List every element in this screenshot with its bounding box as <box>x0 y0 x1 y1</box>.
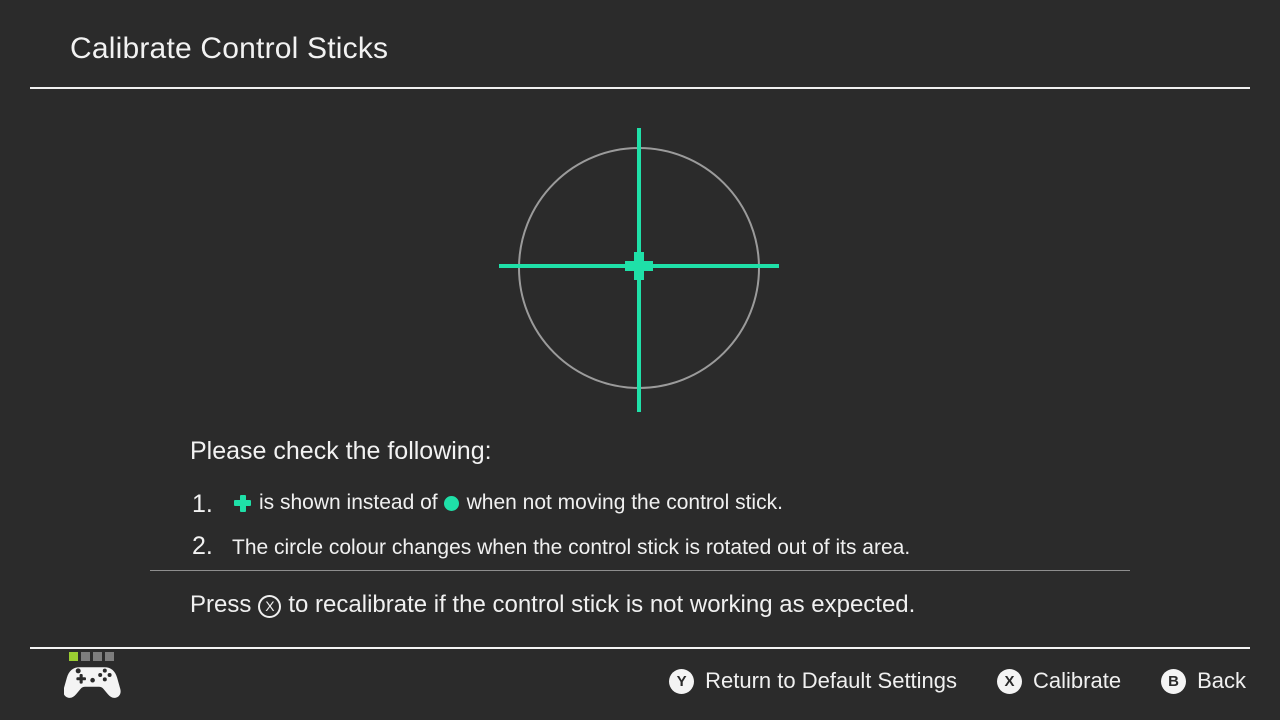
hint-label: Back <box>1197 668 1246 693</box>
plus-icon <box>234 494 251 512</box>
list-item: 2. The circle colour changes when the co… <box>190 525 1130 569</box>
hint-return-to-default-settings[interactable]: Y Return to Default Settings <box>669 668 957 694</box>
b-button-icon: B <box>1161 668 1187 694</box>
gamepad-icon <box>64 667 121 698</box>
list-item-text-middle: is shown instead of <box>259 491 438 514</box>
x-button-icon: X <box>258 594 282 618</box>
recalibrate-hint-suffix: to recalibrate if the control stick is n… <box>288 591 916 618</box>
list-item-text: is shown instead of when not moving the … <box>232 482 783 524</box>
player-led-2 <box>81 652 90 661</box>
control-stick-display <box>499 128 779 412</box>
list-item: 1. is shown instead of when not moving t… <box>190 482 1130 525</box>
instructions-section: Please check the following: 1. is shown … <box>190 432 1130 569</box>
circle-dot-icon <box>443 495 459 511</box>
hint-label: Calibrate <box>1033 668 1122 693</box>
recalibrate-hint-prefix: Press <box>190 591 252 618</box>
list-item-number: 1. <box>192 489 213 518</box>
list-item-text-after: when not moving the control stick. <box>466 491 783 514</box>
player-led-3 <box>93 652 102 661</box>
hint-label: Return to Default Settings <box>705 668 958 693</box>
player-led-1 <box>69 652 78 661</box>
footer-bar: Y Return to Default Settings X Calibrate… <box>0 649 1280 720</box>
instructions-heading: Please check the following: <box>190 437 492 465</box>
hint-back[interactable]: B Back <box>1161 668 1246 694</box>
controller-indicator <box>64 652 122 708</box>
check-list: 1. is shown instead of when not moving t… <box>190 482 1130 569</box>
footer-hint-group: Y Return to Default Settings X Calibrate… <box>669 668 1246 694</box>
stick-position-cursor-plus-icon <box>625 252 653 280</box>
y-button-icon: Y <box>669 668 695 694</box>
header-divider <box>30 87 1250 89</box>
x-button-icon: X <box>997 668 1023 694</box>
instructions-divider <box>150 570 1130 571</box>
list-item-number: 2. <box>192 531 213 560</box>
recalibrate-hint: Press X to recalibrate if the control st… <box>190 588 915 622</box>
player-led-4 <box>105 652 114 661</box>
list-item-text: The circle colour changes when the contr… <box>232 535 911 559</box>
page-title: Calibrate Control Sticks <box>70 32 389 65</box>
player-led-group <box>69 652 122 661</box>
hint-calibrate[interactable]: X Calibrate <box>997 668 1121 694</box>
